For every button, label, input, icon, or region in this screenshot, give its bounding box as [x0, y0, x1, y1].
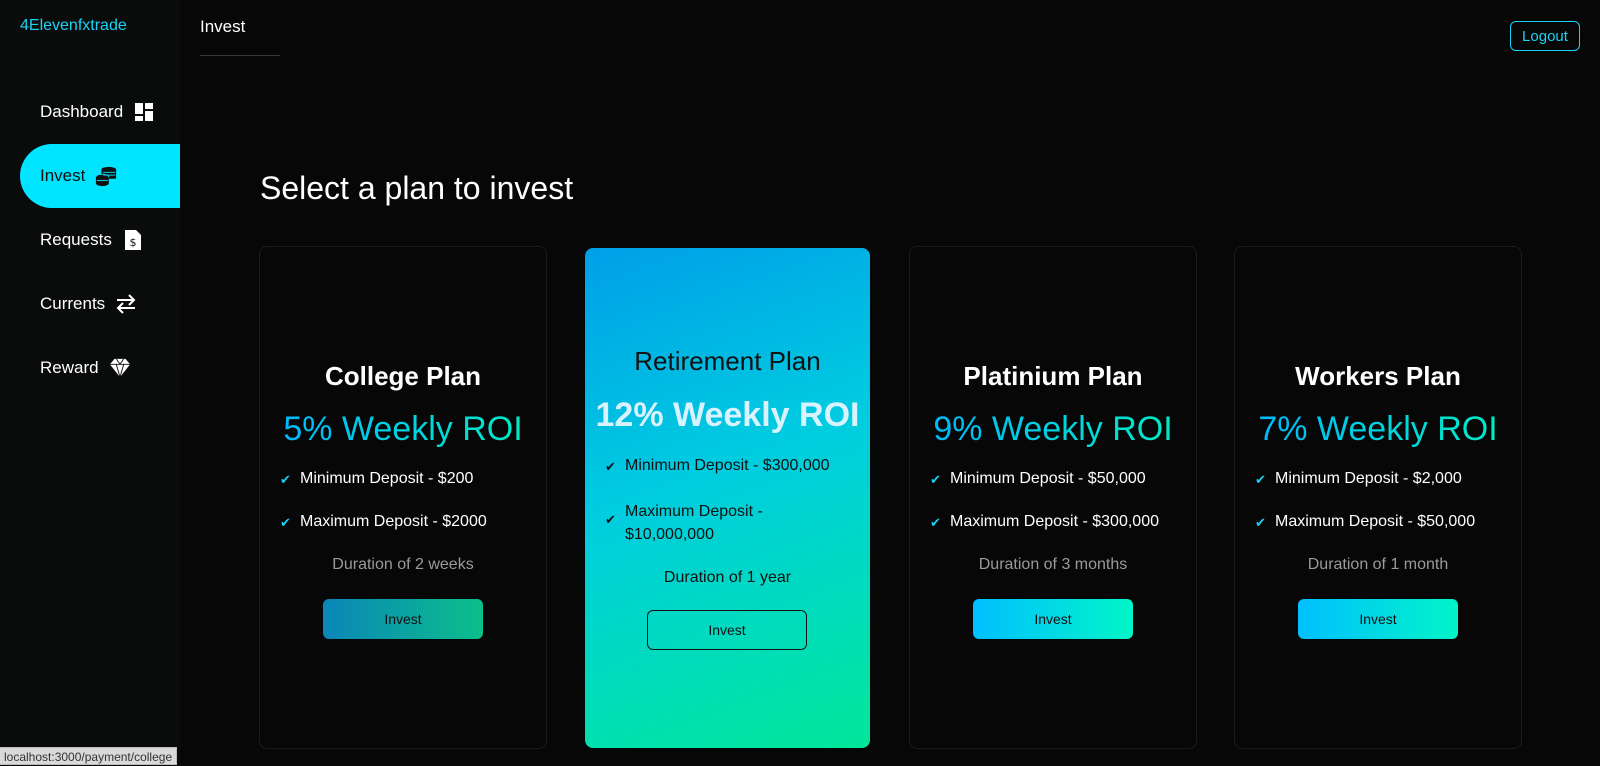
check-icon: ✔ — [930, 515, 941, 530]
document-dollar-icon: $ — [122, 229, 144, 251]
invest-button[interactable]: Invest — [1298, 599, 1458, 639]
sidebar-item-dashboard[interactable]: Dashboard — [20, 80, 180, 144]
check-icon: ✔ — [1255, 472, 1266, 487]
coins-stack-icon — [95, 165, 117, 187]
invest-button[interactable]: Invest — [973, 599, 1133, 639]
plan-roi: 5% Weekly ROI — [260, 410, 546, 449]
max-deposit-text: Maximum Deposit - $300,000 — [950, 513, 1159, 530]
diamond-icon — [109, 357, 131, 379]
sidebar-item-currents[interactable]: Currents — [20, 272, 180, 336]
sidebar-item-label: Invest — [40, 166, 86, 185]
check-icon: ✔ — [1255, 515, 1266, 530]
check-icon: ✔ — [930, 472, 941, 487]
max-deposit: ✔ Maximum Deposit - $50,000 — [1255, 513, 1511, 531]
sidebar-item-label: Requests — [40, 230, 112, 249]
check-icon: ✔ — [280, 472, 291, 487]
min-deposit: ✔ Minimum Deposit - $2,000 — [1255, 470, 1511, 488]
section-heading: Select a plan to invest — [260, 170, 574, 206]
title-underline — [200, 55, 280, 56]
plan-roi: 9% Weekly ROI — [910, 410, 1196, 449]
max-deposit: ✔ Maximum Deposit - $300,000 — [930, 513, 1186, 531]
invest-button[interactable]: Invest — [647, 610, 807, 650]
plan-roi: 7% Weekly ROI — [1235, 410, 1521, 449]
sidebar: 4Elevenfxtrade Dashboard Invest Requests… — [0, 0, 180, 765]
plan-duration: Duration of 2 weeks — [332, 556, 474, 573]
sidebar-item-label: Reward — [40, 358, 99, 377]
swap-arrows-icon — [115, 293, 137, 315]
min-deposit: ✔ Minimum Deposit - $50,000 — [930, 470, 1186, 488]
svg-text:$: $ — [129, 236, 136, 249]
page-title: Invest — [200, 17, 246, 36]
check-icon: ✔ — [280, 515, 291, 530]
status-bar-url: localhost:3000/payment/college — [0, 747, 178, 765]
max-deposit: ✔ Maximum Deposit - $2000 — [280, 513, 536, 531]
plan-name: Retirement Plan — [634, 346, 821, 376]
plan-name: Platinium Plan — [963, 361, 1143, 391]
min-deposit: ✔ Minimum Deposit - $200 — [280, 470, 536, 488]
plan-card-college: College Plan 5% Weekly ROI ✔ Minimum Dep… — [259, 246, 547, 749]
max-deposit: ✔ Maximum Deposit - $10,000,000 — [605, 500, 810, 546]
min-deposit-text: Minimum Deposit - $300,000 — [625, 457, 830, 474]
plan-card-retirement: Retirement Plan 12% Weekly ROI ✔ Minimum… — [585, 248, 870, 748]
plan-duration: Duration of 3 months — [978, 556, 1128, 573]
min-deposit-text: Minimum Deposit - $50,000 — [950, 470, 1146, 487]
plan-roi: 12% Weekly ROI — [595, 396, 860, 434]
check-icon: ✔ — [605, 459, 616, 474]
sidebar-item-label: Dashboard — [40, 102, 124, 121]
sidebar-item-label: Currents — [40, 294, 106, 313]
min-deposit-text: Minimum Deposit - $200 — [300, 470, 474, 487]
sidebar-nav: Dashboard Invest Requests $ Currents Rew… — [20, 80, 180, 400]
min-deposit: ✔ Minimum Deposit - $300,000 — [605, 457, 860, 475]
plan-duration: Duration of 1 year — [663, 569, 792, 586]
dashboard-grid-icon — [133, 101, 155, 123]
brand-logo[interactable]: 4Elevenfxtrade — [20, 17, 127, 35]
max-deposit-text: Maximum Deposit - $2000 — [300, 513, 487, 530]
plan-card-workers: Workers Plan 7% Weekly ROI ✔ Minimum Dep… — [1234, 246, 1522, 749]
sidebar-item-reward[interactable]: Reward — [20, 336, 180, 400]
invest-button[interactable]: Invest — [323, 599, 483, 639]
plan-name: College Plan — [324, 361, 482, 391]
logout-button[interactable]: Logout — [1510, 21, 1580, 51]
max-deposit-text: Maximum Deposit - $10,000,000 — [625, 503, 763, 543]
check-icon: ✔ — [605, 512, 616, 527]
max-deposit-text: Maximum Deposit - $50,000 — [1275, 513, 1476, 530]
plan-card-platinium: Platinium Plan 9% Weekly ROI ✔ Minimum D… — [909, 246, 1197, 749]
sidebar-item-requests[interactable]: Requests $ — [20, 208, 180, 272]
plan-duration: Duration of 1 month — [1307, 556, 1449, 573]
min-deposit-text: Minimum Deposit - $2,000 — [1275, 470, 1462, 487]
sidebar-item-invest[interactable]: Invest — [20, 144, 180, 208]
plan-name: Workers Plan — [1295, 361, 1461, 391]
